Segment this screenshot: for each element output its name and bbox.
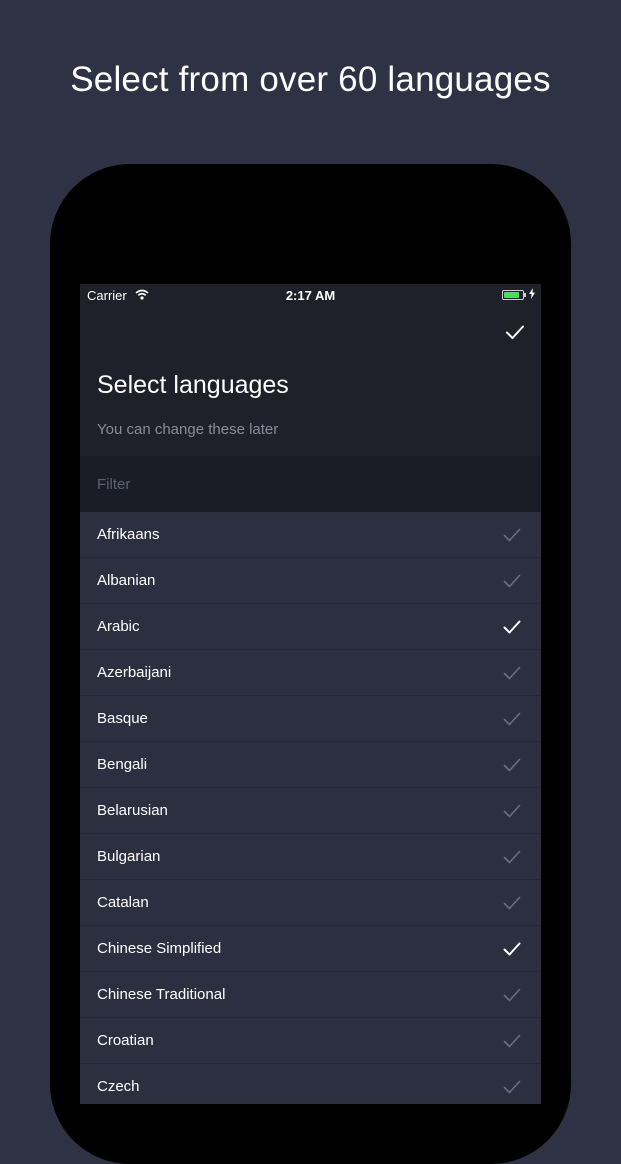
checkmark-icon bbox=[503, 850, 521, 864]
checkmark-icon bbox=[503, 804, 521, 818]
page-title: Select languages bbox=[97, 371, 289, 399]
checkmark-icon bbox=[503, 758, 521, 772]
language-row[interactable]: Bengali bbox=[80, 742, 541, 788]
language-row[interactable]: Afrikaans bbox=[80, 512, 541, 558]
language-list: Afrikaans Albanian Arabic Azerbaijani Basque… bbox=[80, 512, 541, 1104]
language-label: Croatian bbox=[97, 1032, 154, 1049]
language-label: Azerbaijani bbox=[97, 664, 172, 681]
language-label: Czech bbox=[97, 1078, 140, 1095]
page-subtitle: You can change these later bbox=[97, 421, 279, 438]
language-row[interactable]: Croatian bbox=[80, 1018, 541, 1064]
language-label: Bulgarian bbox=[97, 848, 161, 865]
language-row[interactable]: Belarusian bbox=[80, 788, 541, 834]
language-label: Arabic bbox=[97, 618, 140, 635]
checkmark-icon bbox=[503, 896, 521, 910]
language-row[interactable]: Arabic bbox=[80, 604, 541, 650]
checkmark-icon bbox=[506, 325, 524, 339]
clock-time: 2:17 AM bbox=[285, 288, 336, 303]
language-row[interactable]: Azerbaijani bbox=[80, 650, 541, 696]
page-header: Select languages You can change these la… bbox=[80, 308, 541, 456]
battery-icon bbox=[502, 290, 526, 300]
language-label: Albanian bbox=[97, 572, 156, 589]
language-row[interactable]: Albanian bbox=[80, 558, 541, 604]
language-row[interactable]: Bulgarian bbox=[80, 834, 541, 880]
language-row[interactable]: Basque bbox=[80, 696, 541, 742]
checkmark-icon bbox=[503, 1080, 521, 1094]
checkmark-icon bbox=[503, 712, 521, 726]
checkmark-icon bbox=[503, 988, 521, 1002]
language-label: Afrikaans bbox=[97, 526, 160, 543]
done-checkmark-button[interactable] bbox=[503, 320, 527, 344]
language-row[interactable]: Czech bbox=[80, 1064, 541, 1104]
marketing-headline: Select from over 60 languages bbox=[70, 60, 551, 99]
language-label: Catalan bbox=[97, 894, 149, 911]
filter-bar bbox=[80, 456, 541, 512]
charging-bolt-icon bbox=[529, 287, 535, 302]
filter-input[interactable] bbox=[97, 456, 517, 512]
checkmark-icon bbox=[503, 942, 521, 956]
language-row[interactable]: Catalan bbox=[80, 880, 541, 926]
checkmark-icon bbox=[503, 620, 521, 634]
checkmark-icon bbox=[503, 528, 521, 542]
checkmark-icon bbox=[503, 574, 521, 588]
language-row[interactable]: Chinese Simplified bbox=[80, 926, 541, 972]
language-row[interactable]: Chinese Traditional bbox=[80, 972, 541, 1018]
language-label: Basque bbox=[97, 710, 148, 727]
language-label: Belarusian bbox=[97, 802, 168, 819]
checkmark-icon bbox=[503, 1034, 521, 1048]
status-bar: Carrier 2:17 AM bbox=[80, 284, 541, 308]
checkmark-icon bbox=[503, 666, 521, 680]
language-label: Chinese Traditional bbox=[97, 986, 226, 1003]
language-label: Chinese Simplified bbox=[97, 940, 222, 957]
app-screen: Carrier 2:17 AM Select languages You can… bbox=[80, 284, 541, 1104]
language-label: Bengali bbox=[97, 756, 148, 773]
